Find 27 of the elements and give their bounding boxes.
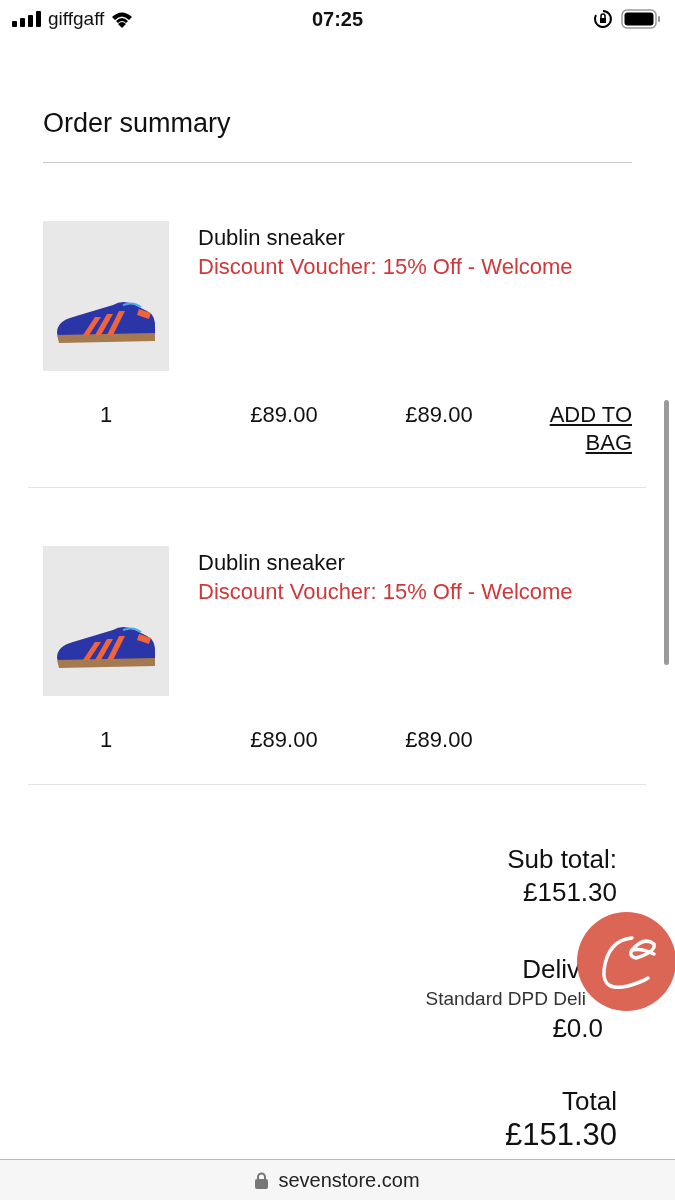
carrier-name: giffgaff	[48, 8, 105, 30]
clock-time: 07:25	[310, 7, 365, 31]
lock-icon	[255, 1171, 269, 1189]
line-total: £89.00	[404, 726, 474, 754]
quantity: 1	[98, 726, 114, 754]
subtotal-amount: £151.30	[523, 876, 617, 909]
line-total: £89.00	[404, 401, 474, 429]
delivery-method: Standard DPD Deli	[425, 987, 586, 1011]
order-summary-title: Order summary	[43, 107, 232, 140]
discount-text: Discount Voucher: 15% Off - Welcome	[198, 253, 573, 281]
product-name: Dublin sneaker	[198, 224, 346, 252]
battery-icon	[621, 9, 661, 29]
discount-text: Discount Voucher: 15% Off - Welcome	[198, 578, 573, 606]
subtotal-label: Sub total:	[507, 843, 617, 876]
signal-icon	[12, 11, 42, 27]
unit-price: £89.00	[249, 726, 319, 754]
total-label: Total	[562, 1085, 617, 1118]
page-url: sevenstore.com	[278, 1168, 420, 1192]
total-amount: £151.30	[504, 1118, 617, 1152]
add-to-bag-link[interactable]: ADD TO BAG	[522, 401, 632, 457]
product-name: Dublin sneaker	[198, 549, 346, 577]
rotation-lock-icon	[593, 9, 613, 29]
delivery-label: Deliv	[522, 953, 580, 986]
wifi-icon	[110, 10, 135, 28]
unit-price: £89.00	[249, 401, 319, 429]
quantity: 1	[98, 401, 114, 429]
delivery-cost: £0.0	[552, 1012, 603, 1045]
